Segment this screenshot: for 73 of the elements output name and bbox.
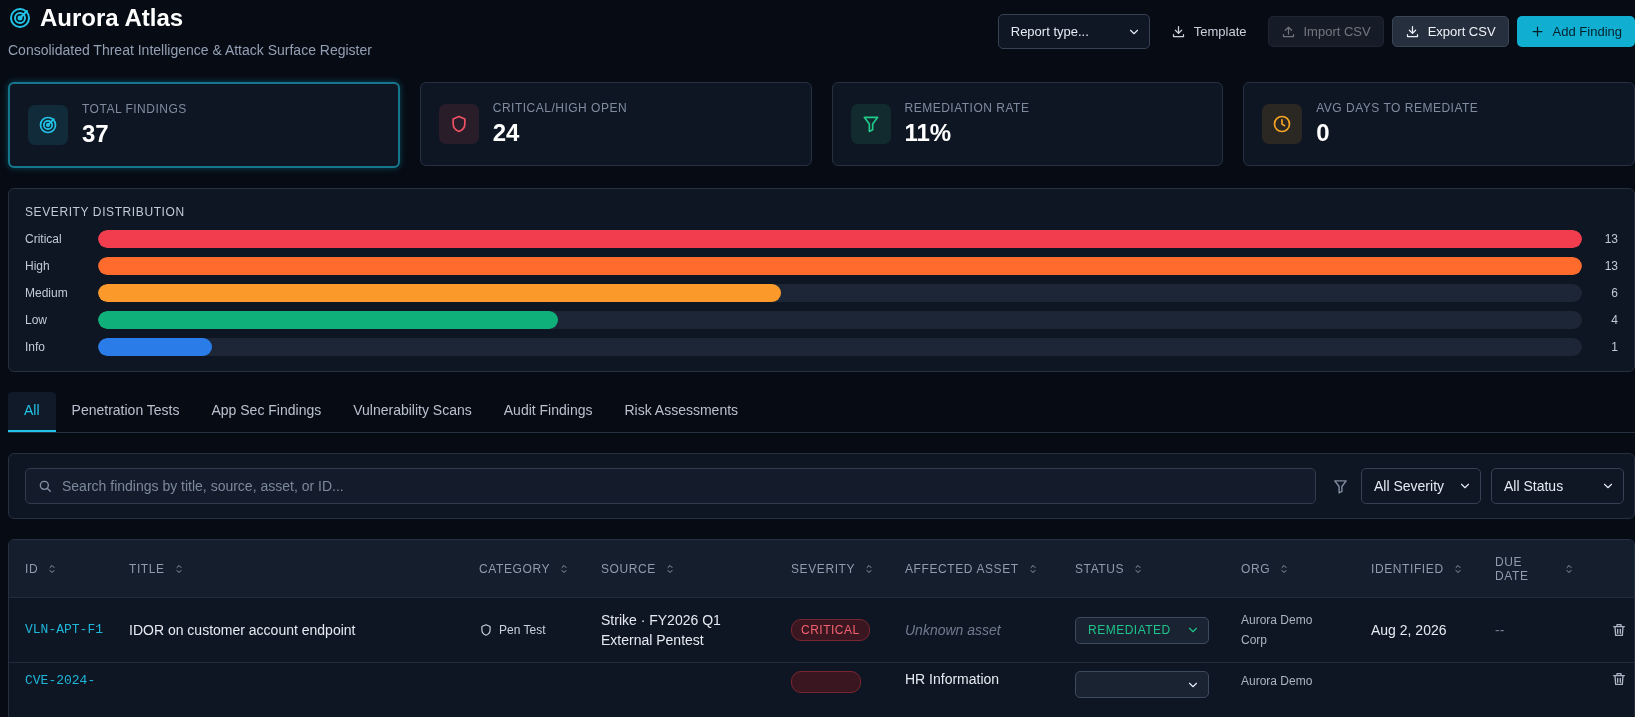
identified-date: Aug 2, 2026 [1371, 622, 1447, 638]
org-text: Aurora Demo Corp [1241, 611, 1314, 649]
severity-badge: CRITICAL [791, 619, 870, 641]
shield-icon [479, 623, 493, 637]
column-header[interactable]: TITLE [129, 561, 165, 576]
trash-icon[interactable] [1611, 671, 1627, 687]
severity-count: 6 [1610, 285, 1618, 300]
tab[interactable]: All [8, 392, 56, 432]
stat-value: 11% [904, 119, 953, 147]
stat-value: 37 [82, 120, 110, 148]
app-title: Aurora Atlas [40, 4, 184, 32]
finding-id-link[interactable]: CVE-2024- [25, 671, 105, 691]
org-text: Aurora Demo [1241, 673, 1314, 690]
source-text: Strike · FY2026 Q1 External Pentest [601, 610, 722, 650]
severity-count: 13 [1603, 231, 1618, 246]
tab[interactable]: Audit Findings [487, 392, 609, 432]
tab[interactable]: Risk Assessments [608, 392, 755, 432]
stat-value: 0 [1316, 119, 1331, 147]
stat-label: CRITICAL/HIGH OPEN [492, 101, 628, 115]
tab[interactable]: Penetration Tests [55, 392, 196, 432]
severity-count: 4 [1610, 312, 1618, 327]
stat-label: TOTAL FINDINGS [82, 102, 187, 116]
status-select[interactable]: REMEDIATED [1075, 616, 1209, 644]
stat-label: REMEDIATION RATE [904, 101, 1030, 115]
stat-label: AVG DAYS TO REMEDIATE [1316, 101, 1479, 115]
action-button[interactable]: Template [1157, 16, 1260, 47]
download-icon [1404, 24, 1420, 39]
stat-card[interactable]: CRITICAL/HIGH OPEN 24 [419, 82, 812, 166]
column-header[interactable]: IDENTIFIED [1371, 561, 1444, 576]
column-header[interactable]: DUE DATE [1495, 554, 1555, 583]
stat-card[interactable]: REMEDIATION RATE 11% [831, 82, 1224, 166]
severity-label: Critical [25, 231, 63, 246]
radar-icon [8, 6, 32, 30]
column-header[interactable]: ORG [1241, 561, 1271, 576]
column-header[interactable]: STATUS [1075, 561, 1125, 576]
stat-card[interactable]: AVG DAYS TO REMEDIATE 0 [1243, 82, 1635, 166]
action-button[interactable]: Export CSV [1391, 16, 1509, 47]
trash-icon[interactable] [1611, 622, 1627, 638]
due-date: -- [1495, 622, 1505, 638]
stat-card[interactable]: TOTAL FINDINGS 37 [8, 82, 400, 168]
severity-count: 13 [1603, 258, 1618, 273]
plus-icon [1529, 24, 1545, 39]
severity-label: Medium [25, 285, 69, 300]
severity-label: High [25, 258, 51, 273]
asset-text: HR Information [905, 671, 1001, 687]
stat-value: 24 [492, 119, 521, 147]
severity-label: Low [25, 312, 48, 327]
finding-id-link[interactable]: VLN-APT-F1 [25, 620, 105, 640]
column-header[interactable]: SEVERITY [791, 561, 856, 576]
severity-label: Info [25, 339, 46, 354]
upload-icon [1280, 24, 1296, 39]
search-icon [37, 478, 53, 494]
category-label: Pen Test [499, 623, 546, 637]
search-field[interactable]: Search findings by title, source, asset, or ID... [25, 468, 1316, 504]
tab[interactable]: Vulnerability Scans [337, 392, 488, 432]
report-type-select[interactable]: Report type... [997, 14, 1150, 49]
tab[interactable]: App Sec Findings [195, 392, 338, 432]
severity-filter-select[interactable]: All Severity [1361, 468, 1481, 504]
column-header[interactable]: CATEGORY [479, 561, 551, 576]
finding-title: IDOR on customer account endpoint [129, 622, 356, 638]
column-header[interactable]: ID [25, 561, 39, 576]
status-filter-select[interactable]: All Status [1491, 468, 1624, 504]
panel-title: SEVERITY DISTRIBUTION [25, 205, 186, 219]
funnel-icon [1332, 477, 1349, 495]
sort-icon [1563, 562, 1575, 575]
column-header[interactable]: SOURCE [601, 561, 656, 576]
asset-text: Unknown asset [905, 622, 1002, 638]
action-button[interactable]: Add Finding [1516, 16, 1635, 47]
column-header[interactable]: AFFECTED ASSET [905, 561, 1019, 576]
severity-badge [791, 671, 861, 693]
app-subtitle: Consolidated Threat Intelligence & Attack Surface Register [8, 42, 372, 58]
download-icon [1170, 24, 1186, 39]
severity-count: 1 [1610, 339, 1618, 354]
